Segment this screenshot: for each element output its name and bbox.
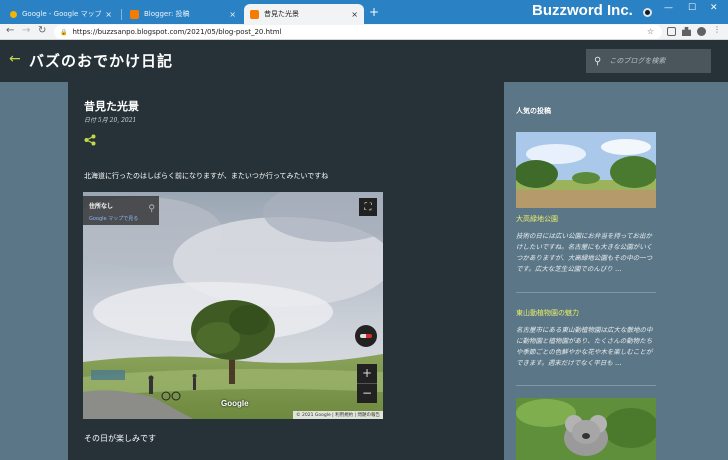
blog-search[interactable]: ⚲ [586,49,711,73]
menu-kebab-icon[interactable]: ⋮ [713,25,722,34]
streetview-attribution[interactable]: © 2021 Google | 利用規約 | 問題の報告 [293,411,383,419]
tab-close-icon[interactable]: × [229,10,236,19]
tab-active-post[interactable]: 昔見た光景 × [244,4,364,24]
post-body-text: 北海道に行ったのはしばらく前になりますが、またいつか行ってみたいですね [84,172,329,180]
map-pin-icon: ⚲ [148,204,155,214]
post-title: 昔見た光景 [84,100,139,113]
tab-divider [121,9,122,20]
streetview-panorama[interactable] [83,192,383,419]
popular-post-snippet: 技術の日には広い公園にお弁当を持ってお出かけしたいですね。名古屋にも大きな公園が… [516,232,653,273]
popular-post-title[interactable]: 東山動植物園の魅力 [516,308,579,318]
reload-icon[interactable]: ↻ [38,25,46,36]
address-bar[interactable]: 🔒 https://buzzsanpo.blogspot.com/2021/05… [54,25,662,39]
popular-posts-heading: 人気の投稿 [516,108,551,115]
popular-post-title[interactable]: 大高緑地公園 [516,214,558,224]
forward-icon[interactable]: → [22,25,30,36]
read-more-link[interactable]: … [615,265,622,273]
search-icon[interactable]: ⚲ [594,56,601,67]
post-article: 昔見た光景 日付 5月 20, 2021 北海道に行ったのはしばらく前になります… [68,82,504,460]
google-maps-favicon-icon [10,10,17,18]
tab-close-icon[interactable]: × [105,10,112,19]
puzzle-icon[interactable] [682,27,691,36]
account-icon[interactable] [697,27,706,36]
zoom-out-button[interactable]: − [357,384,377,403]
sidebar-divider [516,385,656,386]
tab-blogger-posts[interactable]: Blogger: 投稿 × [124,4,242,24]
tab-label: Blogger: 投稿 [144,10,190,18]
streetview-maps-link[interactable]: Google マップで見る [89,215,153,222]
brand-watermark: Buzzword Inc. [532,2,633,19]
blogger-favicon-icon [130,9,139,19]
lock-icon: 🔒 [60,28,68,36]
post-date: 日付 5月 20, 2021 [84,117,137,124]
back-icon[interactable]: ← [6,25,14,36]
window-close-icon[interactable]: ✕ [710,3,718,13]
fullscreen-icon[interactable]: ⛶ [359,198,377,216]
tab-google-maps[interactable]: Google - Google マップ × [4,4,118,24]
tab-close-icon[interactable]: × [351,10,358,19]
share-icon[interactable] [84,134,96,146]
browser-tab-strip: Google - Google マップ × Blogger: 投稿 × 昔見た光… [0,0,728,24]
zoom-control: + − [357,364,377,403]
minimize-icon[interactable]: — [664,3,673,13]
streetview-embed[interactable]: 住所なし Google マップで見る ⚲ ⛶ + − Google © 2021… [83,192,383,419]
profile-icon[interactable] [643,8,652,17]
maximize-icon[interactable]: ☐ [688,3,696,13]
streetview-info-card: 住所なし Google マップで見る ⚲ [83,196,159,225]
search-input[interactable] [609,57,700,65]
back-arrow-icon[interactable]: ← [9,51,21,67]
google-logo: Google [221,399,249,408]
sidebar: 人気の投稿 大高緑地公園 技術の日には広い公園にお弁当を持ってお出かけしたいです… [504,82,664,460]
sidebar-divider [516,292,656,293]
blog-title[interactable]: バズのおでかけ日記 [29,50,173,71]
bookmark-star-icon[interactable]: ☆ [647,27,654,36]
zoom-in-button[interactable]: + [357,364,377,383]
streetview-address: 住所なし [89,203,114,210]
popular-post-snippet: 名古屋市にある東山動植物園は広大な敷地の中に動物園と植物園があり、たくさんの動物… [516,326,653,367]
compass-icon[interactable] [355,325,377,347]
post-footer-text: その日が楽しみです [84,434,156,443]
extension-icon[interactable] [667,27,676,36]
tab-label: Google - Google マップ [22,10,102,18]
new-tab-button[interactable]: + [369,5,379,19]
read-more-link[interactable]: … [615,359,622,367]
browser-toolbar: ← → ↻ 🔒 https://buzzsanpo.blogspot.com/2… [0,24,728,40]
popular-post-image-koala[interactable] [516,398,656,460]
popular-post-image-park[interactable] [516,132,656,208]
url-text: https://buzzsanpo.blogspot.com/2021/05/b… [72,28,282,36]
blogger-favicon-icon [250,9,259,19]
tab-label: 昔見た光景 [264,10,299,18]
